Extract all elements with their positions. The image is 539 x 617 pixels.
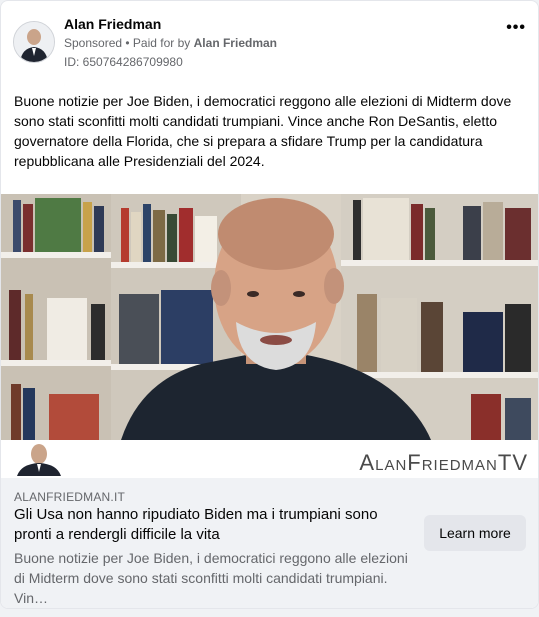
learn-more-button[interactable]: Learn more	[424, 515, 526, 551]
paid-for-name: Alan Friedman	[193, 36, 277, 50]
paid-for-label: • Paid for by	[125, 36, 191, 50]
post-text: Buone notizie per Joe Biden, i democrati…	[14, 93, 512, 169]
link-description: Buone notizie per Joe Biden, i democrati…	[14, 550, 408, 606]
link-headline[interactable]: Gli Usa non hanno ripudiato Biden ma i t…	[14, 505, 414, 545]
sponsored-post-card: Alan Friedman Sponsored • Paid for by Al…	[0, 0, 539, 609]
author-name[interactable]: Alan Friedman	[64, 16, 161, 32]
video-thumbnail[interactable]	[1, 194, 538, 440]
sponsored-label[interactable]: Sponsored	[64, 36, 122, 50]
link-preview[interactable]: ALANFRIEDMAN.IT Gli Usa non hanno ripudi…	[1, 478, 538, 608]
link-domain: ALANFRIEDMAN.IT	[14, 490, 126, 504]
ad-id: ID: 650764286709980	[64, 55, 183, 69]
more-horizontal-icon[interactable]: •••	[506, 19, 526, 37]
brand-portrait-icon	[13, 442, 69, 476]
brand-bar: AlanFriedmanTV	[1, 440, 538, 478]
sponsored-line: Sponsored • Paid for by Alan Friedman	[64, 36, 277, 50]
post-header: Alan Friedman Sponsored • Paid for by Al…	[13, 15, 526, 71]
author-avatar[interactable]	[13, 21, 55, 63]
brand-logo-text: AlanFriedmanTV	[359, 450, 528, 475]
